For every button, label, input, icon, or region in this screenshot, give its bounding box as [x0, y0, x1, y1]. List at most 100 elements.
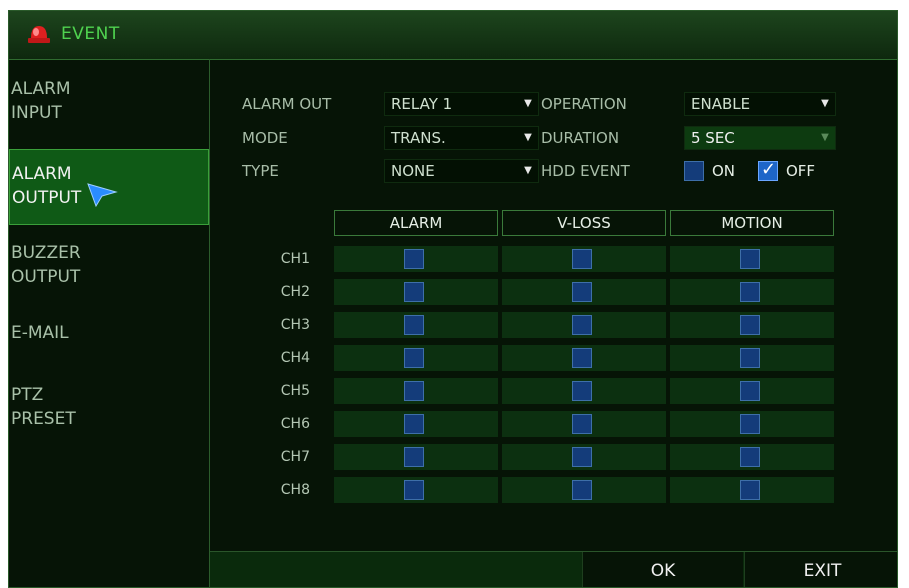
motion-checkbox[interactable]: [740, 249, 760, 269]
v-loss-checkbox[interactable]: [572, 447, 592, 467]
v-loss-cell: [502, 477, 666, 503]
sidebar-item-label: OUTPUT: [11, 267, 81, 287]
table-row: CH6: [258, 411, 848, 437]
hdd-event-off-label: OFF: [786, 162, 816, 180]
sidebar-item-label: INPUT: [11, 103, 62, 123]
bottom-bar: OK EXIT: [210, 551, 897, 587]
column-header-v-loss: V-LOSS: [502, 210, 666, 236]
title-bar: EVENT: [9, 11, 897, 60]
type-dropdown[interactable]: NONE ▼: [384, 159, 539, 183]
table-row: CH5: [258, 378, 848, 404]
type-value: NONE: [391, 162, 435, 180]
type-label: TYPE: [242, 162, 279, 180]
table-row: CH4: [258, 345, 848, 371]
v-loss-checkbox[interactable]: [572, 249, 592, 269]
chevron-down-icon: ▼: [524, 165, 532, 176]
alarm-cell: [334, 279, 498, 305]
mouse-cursor-icon: [87, 183, 118, 208]
alarm-cell: [334, 477, 498, 503]
motion-checkbox[interactable]: [740, 480, 760, 500]
v-loss-cell: [502, 411, 666, 437]
chevron-down-icon: ▼: [524, 132, 532, 143]
sidebar-item-label: ALARM: [11, 79, 71, 99]
operation-value: ENABLE: [691, 95, 751, 113]
alarm-cell: [334, 246, 498, 272]
motion-cell: [670, 477, 834, 503]
v-loss-checkbox[interactable]: [572, 414, 592, 434]
main-panel: ALARM OUT RELAY 1 ▼ MODE TRANS. ▼ TYPE N…: [210, 59, 897, 587]
mode-label: MODE: [242, 129, 288, 147]
alarm-cell: [334, 444, 498, 470]
exit-button[interactable]: EXIT: [744, 552, 897, 587]
alarm-cell: [334, 345, 498, 371]
event-window: EVENT ALARM INPUT ALARM OUTPUT BUZZER OU…: [8, 10, 898, 588]
duration-dropdown[interactable]: 5 SEC ▼: [684, 126, 836, 150]
sidebar: ALARM INPUT ALARM OUTPUT BUZZER OUTPUT E…: [9, 59, 210, 587]
v-loss-cell: [502, 312, 666, 338]
table-row: CH3: [258, 312, 848, 338]
v-loss-cell: [502, 444, 666, 470]
chevron-down-icon: ▼: [821, 98, 829, 109]
motion-checkbox[interactable]: [740, 348, 760, 368]
motion-cell: [670, 279, 834, 305]
alarm-cell: [334, 411, 498, 437]
sidebar-item-buzzer-output[interactable]: BUZZER OUTPUT: [9, 241, 209, 301]
table-row: CH1: [258, 246, 848, 272]
operation-label: OPERATION: [541, 95, 627, 113]
alarm-out-label: ALARM OUT: [242, 95, 332, 113]
chevron-down-icon: ▼: [821, 132, 829, 143]
duration-value: 5 SEC: [691, 129, 735, 147]
hdd-event-off-checkbox[interactable]: [758, 159, 778, 181]
window-title: EVENT: [61, 24, 120, 44]
sidebar-item-label: PTZ: [11, 385, 44, 405]
motion-cell: [670, 411, 834, 437]
alarm-checkbox[interactable]: [404, 315, 424, 335]
motion-checkbox[interactable]: [740, 447, 760, 467]
operation-dropdown[interactable]: ENABLE ▼: [684, 92, 836, 116]
alarm-checkbox[interactable]: [404, 282, 424, 302]
ok-button[interactable]: OK: [582, 552, 743, 587]
v-loss-cell: [502, 279, 666, 305]
sidebar-item-label: E-MAIL: [11, 323, 69, 343]
sidebar-item-ptz-preset[interactable]: PTZ PRESET: [9, 383, 209, 443]
alarm-checkbox[interactable]: [404, 414, 424, 434]
v-loss-checkbox[interactable]: [572, 381, 592, 401]
mode-dropdown[interactable]: TRANS. ▼: [384, 126, 539, 150]
alarm-checkbox[interactable]: [404, 381, 424, 401]
v-loss-cell: [502, 345, 666, 371]
v-loss-checkbox[interactable]: [572, 348, 592, 368]
channel-label: CH7: [280, 449, 310, 465]
hdd-event-on-checkbox[interactable]: [684, 161, 704, 181]
motion-checkbox[interactable]: [740, 414, 760, 434]
channel-label: CH4: [280, 350, 310, 366]
duration-label: DURATION: [541, 129, 620, 147]
sidebar-item-alarm-input[interactable]: ALARM INPUT: [9, 77, 209, 137]
motion-checkbox[interactable]: [740, 315, 760, 335]
channel-label: CH3: [280, 317, 310, 333]
motion-cell: [670, 345, 834, 371]
v-loss-checkbox[interactable]: [572, 315, 592, 335]
channel-label: CH1: [280, 251, 310, 267]
channel-label: CH8: [280, 482, 310, 498]
motion-checkbox[interactable]: [740, 381, 760, 401]
sidebar-item-label: PRESET: [11, 409, 76, 429]
alarm-checkbox[interactable]: [404, 249, 424, 269]
alarm-checkbox[interactable]: [404, 447, 424, 467]
table-row: CH2: [258, 279, 848, 305]
sidebar-item-email[interactable]: E-MAIL: [9, 321, 209, 357]
alarm-cell: [334, 312, 498, 338]
alarm-light-icon: [28, 26, 50, 43]
column-header-alarm: ALARM: [334, 210, 498, 236]
hdd-event-label: HDD EVENT: [541, 162, 630, 180]
alarm-checkbox[interactable]: [404, 480, 424, 500]
motion-checkbox[interactable]: [740, 282, 760, 302]
sidebar-item-alarm-output[interactable]: ALARM OUTPUT: [9, 149, 209, 225]
channel-label: CH2: [280, 284, 310, 300]
alarm-checkbox[interactable]: [404, 348, 424, 368]
table-row: CH8: [258, 477, 848, 503]
alarm-out-dropdown[interactable]: RELAY 1 ▼: [384, 92, 539, 116]
v-loss-checkbox[interactable]: [572, 480, 592, 500]
alarm-cell: [334, 378, 498, 404]
motion-cell: [670, 378, 834, 404]
v-loss-checkbox[interactable]: [572, 282, 592, 302]
